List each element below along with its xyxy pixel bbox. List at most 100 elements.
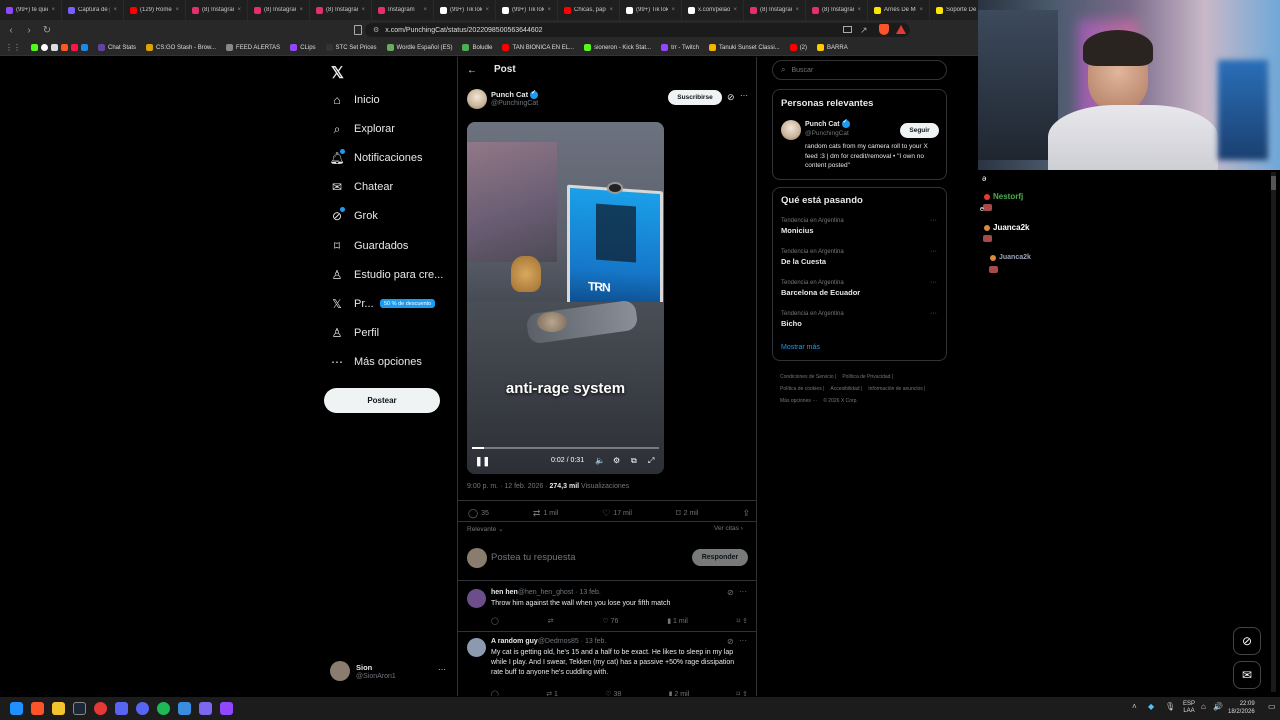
bookmark-item[interactable]: CS:GO Stash - Brow... [141,44,221,51]
browser-tab[interactable]: x.com/pelaos × [682,0,744,20]
bookmark-item[interactable]: Boludle [457,44,497,51]
footer-link[interactable]: Política de cookies | [780,383,824,395]
scrollbar[interactable] [1271,172,1276,692]
browser-tab[interactable]: Instagram × [372,0,434,20]
sidebar-item-guardados[interactable]: ⌑ Guardados [330,239,409,253]
back-icon[interactable]: ‹ [4,23,18,37]
close-tab-icon[interactable]: × [733,7,737,13]
brave-icon[interactable] [31,702,44,715]
app-icon[interactable] [81,44,88,51]
browser-tab[interactable]: (8) Instagram × [806,0,868,20]
browser-tab[interactable]: Chicas, papel× [558,0,620,20]
reply-item[interactable]: A random guy@Dedmos85 · 13 feb. ⊘ ··· My ca… [458,635,756,696]
bookmark-item[interactable]: TAN BIONICA EN EL... [497,44,579,51]
like-button[interactable]: ♡ 17 mil [602,508,632,519]
browser-tab[interactable]: Soporte De C× [930,0,978,20]
bookmark-item[interactable]: trr - Twitch [656,44,704,51]
network-icon[interactable]: ⌂ [1201,702,1206,711]
steam-icon[interactable] [73,702,86,715]
close-tab-icon[interactable]: × [857,7,861,13]
browser-tab[interactable]: (99+) TikTok × [434,0,496,20]
show-more-link[interactable]: Mostrar más [781,344,820,351]
browser-tab[interactable]: Arnés De Mo × [868,0,930,20]
avatar[interactable] [467,589,486,608]
obs-icon[interactable] [94,702,107,715]
reply-author-name[interactable]: A random guy [491,638,538,645]
sidebar-item-estudio-para-cre[interactable]: ♙ Estudio para cre... [330,268,444,282]
back-arrow-icon[interactable]: ← [467,65,477,76]
browser-tab[interactable]: (8) Instagram × [310,0,372,20]
bookmark-button[interactable]: ⌑ 2 mil [676,508,698,519]
windows-start-icon[interactable] [10,702,23,715]
reply-item[interactable]: hen hen@hen_hen_ghost · 13 feb. ⊘ ··· Throw… [458,586,756,632]
pause-icon[interactable]: ❚❚ [475,456,490,467]
notifications-icon[interactable]: ▭ [1268,702,1276,711]
view-quotes-link[interactable]: Ver citas › [714,525,743,532]
brave-rewards-icon[interactable] [896,25,906,34]
more-icon[interactable]: ··· [739,636,747,645]
more-icon[interactable]: ··· [740,91,748,100]
close-tab-icon[interactable]: × [671,7,675,13]
scrollbar-thumb[interactable] [1271,176,1276,190]
footer-link[interactable]: Condiciones de Servicio | [780,371,836,383]
volume-icon[interactable]: 🔊 [1213,702,1223,711]
avatar[interactable] [467,638,486,657]
video-progress-track[interactable] [472,447,659,449]
app-icon[interactable] [51,44,58,51]
follow-button[interactable]: Seguir [900,123,939,138]
sidebar-item-m-s-opciones[interactable]: ⋯ Más opciones [330,355,422,369]
grok-icon[interactable]: ⊘ [1233,627,1261,655]
bookmark-item[interactable]: Wordle Español (ES) [382,44,458,51]
bookmark-star-icon[interactable] [354,25,362,35]
bookmark-item[interactable]: Chat Stats [93,44,141,51]
browser-tab[interactable]: (8) Instagram × [744,0,806,20]
cast-icon[interactable] [843,26,852,33]
picture-in-picture-icon[interactable]: ⧉ [631,456,637,466]
post-timestamp[interactable]: 9:00 p. m. · 12 feb. 2026 · [467,483,548,490]
chat-username[interactable]: Nestorfj [993,192,1023,201]
address-bar[interactable]: ⚙ x.com/PunchingCat/status/2022098500563… [365,23,910,37]
more-icon[interactable]: ··· [930,248,937,255]
more-icon[interactable]: ··· [930,310,937,317]
apps-icon[interactable]: ⋮⋮ [0,43,26,52]
more-icon[interactable]: ··· [739,587,747,596]
x-logo-icon[interactable]: 𝕏 [331,63,344,83]
grok-icon[interactable]: ⊘ [727,637,734,646]
more-icon[interactable]: ··· [930,279,937,286]
reply-author-name[interactable]: hen hen [491,589,518,596]
author-handle[interactable]: @PunchingCat [491,100,538,107]
bookmark-icon[interactable]: ⌑ ⇪ [737,690,748,696]
chat-username[interactable]: Juanca2k [993,223,1029,232]
browser-tab[interactable]: (99+) TikTok × [620,0,682,20]
close-tab-icon[interactable]: × [113,7,117,13]
repost-button[interactable]: ⇄ [548,617,554,625]
discord-icon[interactable] [136,702,149,715]
forward-icon[interactable]: › [22,23,36,37]
relevant-handle[interactable]: @PunchingCat [805,130,849,137]
footer-link[interactable]: Información de anuncios | [868,383,925,395]
bookmark-item[interactable]: FEED ALERTAS [221,44,285,51]
like-button[interactable]: ♡ 76 [602,617,618,625]
close-tab-icon[interactable]: × [299,7,303,13]
volume-icon[interactable]: 🔈 [595,456,605,465]
share-icon[interactable]: ↗ [860,25,868,36]
bookmark-item[interactable]: sioneron - Kick Stat... [579,44,656,51]
close-tab-icon[interactable]: × [51,7,55,13]
file-explorer-icon[interactable] [52,702,65,715]
relevant-name[interactable]: Punch Cat [805,121,840,128]
close-tab-icon[interactable]: × [485,7,489,13]
trend-item[interactable]: Tendencia en Argentina Monicius [781,218,941,235]
footer-link[interactable]: Política de Privacidad | [842,371,893,383]
author-name-row[interactable]: Punch Cat [491,89,539,100]
browser-tab[interactable]: (99+) te quie × [0,0,62,20]
avatar[interactable] [330,661,350,681]
repost-button[interactable]: ⇄ 1 mil [533,508,558,519]
close-tab-icon[interactable]: × [423,7,427,13]
app-icon[interactable] [61,44,68,51]
close-tab-icon[interactable]: × [361,7,365,13]
video-player[interactable]: TRN anti-rage system ❚❚ 0:02 / 0:31 🔈 ⚙ … [467,122,664,474]
post-button[interactable]: Postear [324,388,440,413]
sidebar-item-pr[interactable]: 𝕏 Pr... [330,297,373,311]
share-button[interactable]: ⇪ [742,508,750,519]
bookmark-item[interactable]: CLips [285,44,320,51]
